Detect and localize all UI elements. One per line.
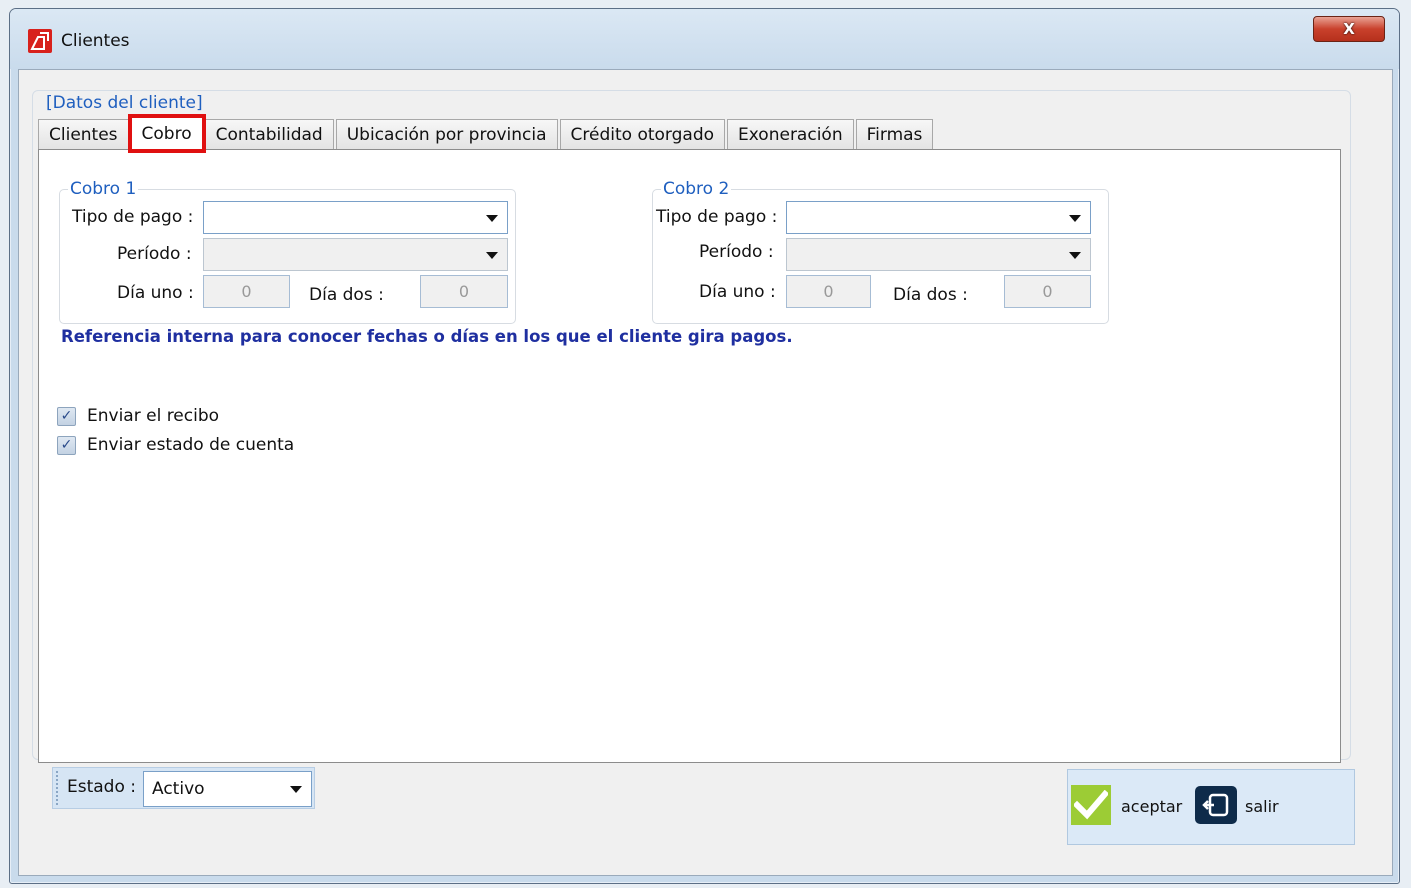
cobro-1-group: Cobro 1 Tipo de pago : Período : Día uno… — [59, 179, 516, 324]
enviar-estado-label: Enviar estado de cuenta — [87, 435, 295, 455]
check-icon[interactable] — [1071, 785, 1111, 825]
cobro-1-periodo-select[interactable] — [203, 238, 508, 271]
estado-value: Activo — [152, 779, 205, 799]
group-title: [Datos del cliente] — [45, 93, 204, 113]
tab-ubicacion-provincia[interactable]: Ubicación por provincia — [335, 119, 558, 150]
tab-contabilidad[interactable]: Contabilidad — [204, 119, 334, 150]
tab-credito-otorgado[interactable]: Crédito otorgado — [559, 119, 726, 150]
estado-toolbar: Estado : Activo — [52, 767, 315, 809]
cobro-2-dia-dos-input[interactable]: 0 — [1004, 275, 1091, 308]
cobro-tab-panel: Cobro 1 Tipo de pago : Período : Día uno… — [38, 149, 1341, 763]
cobro-2-periodo-label: Período : — [699, 242, 774, 262]
enviar-recibo-row[interactable]: ✓ Enviar el recibo — [57, 406, 219, 426]
cobro-1-dia-uno-input[interactable]: 0 — [203, 275, 290, 308]
chevron-down-icon — [1069, 215, 1081, 222]
chevron-down-icon — [1069, 252, 1081, 259]
tab-clientes[interactable]: Clientes — [38, 119, 129, 150]
app-icon — [28, 29, 52, 53]
enviar-recibo-label: Enviar el recibo — [87, 406, 220, 426]
close-button[interactable]: X — [1313, 16, 1385, 42]
enviar-estado-row[interactable]: ✓ Enviar estado de cuenta — [57, 435, 294, 455]
chevron-down-icon — [486, 252, 498, 259]
cobro-1-title: Cobro 1 — [68, 179, 139, 199]
cobro-2-group: Cobro 2 Tipo de pago : Período : Día uno… — [652, 179, 1109, 324]
cobro-2-title: Cobro 2 — [661, 179, 732, 199]
tab-firmas[interactable]: Firmas — [855, 119, 934, 150]
salir-button[interactable]: salir — [1245, 797, 1279, 816]
estado-select[interactable]: Activo — [143, 771, 312, 807]
title-bar[interactable]: Clientes X — [10, 9, 1399, 69]
estado-label: Estado : — [67, 777, 137, 797]
clientes-window: Clientes X [Datos del cliente] Clientes … — [9, 8, 1400, 884]
toolbar-grip[interactable] — [56, 771, 59, 805]
enviar-estado-checkbox[interactable]: ✓ — [57, 435, 76, 455]
client-area: [Datos del cliente] Clientes Cobro Conta… — [18, 69, 1393, 876]
window-title: Clientes — [61, 31, 130, 51]
cobro-1-tipo-pago-select[interactable] — [203, 201, 508, 234]
cobro-2-tipo-pago-label: Tipo de pago : — [656, 207, 778, 227]
cobro-1-tipo-pago-label: Tipo de pago : — [72, 207, 194, 227]
cobro-1-dia-dos-label: Día dos : — [309, 285, 384, 305]
cobro-1-periodo-label: Período : — [117, 244, 192, 264]
cobro-2-dia-uno-label: Día uno : — [699, 282, 776, 302]
aceptar-button[interactable]: aceptar — [1121, 797, 1182, 816]
chevron-down-icon — [290, 786, 302, 793]
cobro-2-dia-dos-label: Día dos : — [893, 285, 968, 305]
chevron-down-icon — [486, 215, 498, 222]
reference-note: Referencia interna para conocer fechas o… — [61, 327, 793, 346]
action-panel: aceptar salir — [1067, 769, 1355, 845]
cobro-2-dia-uno-input[interactable]: 0 — [786, 275, 871, 308]
enviar-recibo-checkbox[interactable]: ✓ — [57, 406, 76, 426]
cobro-2-periodo-select[interactable] — [786, 238, 1091, 271]
tab-cobro[interactable]: Cobro — [127, 114, 206, 153]
cobro-1-dia-dos-input[interactable]: 0 — [420, 275, 508, 308]
exit-icon[interactable] — [1195, 786, 1237, 824]
cobro-2-tipo-pago-select[interactable] — [786, 201, 1091, 234]
cobro-1-dia-uno-label: Día uno : — [117, 283, 194, 303]
tab-strip: Clientes Cobro Contabilidad Ubicación po… — [38, 114, 935, 153]
tab-exoneracion[interactable]: Exoneración — [727, 119, 854, 150]
